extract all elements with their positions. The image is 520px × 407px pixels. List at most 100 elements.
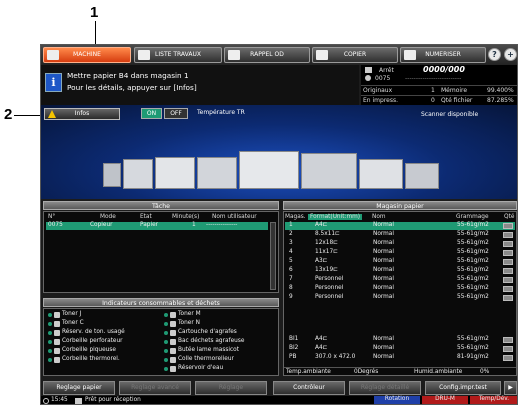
control-panel: MACHINE LISTE TRAVAUX RAPPEL OD COPIER N… (40, 44, 518, 405)
table-row[interactable]: 1 A4⊏ Normal 55-61g/m2 (285, 222, 515, 230)
paper-header-name: Nom (372, 214, 386, 220)
next-arrow-button[interactable]: ▶ (504, 381, 517, 395)
list-item: Toner M (164, 311, 276, 319)
paper-cell: 307.0 x 472.0 (315, 354, 356, 360)
status-row-impress: En impress. 0 Qté fichier 87.285% (361, 95, 517, 105)
tab-recall[interactable]: RAPPEL OD (224, 47, 310, 63)
memoire-label: Mémoire (441, 87, 468, 94)
status-job: 0075 (375, 75, 391, 82)
list-item: Butée lame massicot (164, 347, 276, 355)
consumable-icon (170, 330, 176, 336)
qte-value: 87.285% (487, 97, 514, 104)
test-print-button[interactable]: Config.impr.test (425, 381, 501, 395)
consumable-icon (170, 348, 176, 354)
paper-header-weight: Grammage (456, 214, 489, 220)
table-row[interactable]: 9 Personnel Normal 55-61g/m2 (285, 294, 515, 302)
task-title: Tâche (43, 201, 279, 210)
table-row[interactable]: PB 307.0 x 472.0 Normal 81-91g/m2 (285, 354, 515, 362)
table-row[interactable]: 3 12x18⊏ Normal 55-61g/m2 (285, 240, 515, 248)
machine-icon (47, 50, 59, 60)
consumable-label: Réserv. de ton. usagé (62, 329, 125, 335)
table-row[interactable]: 8 Personnel Normal 55-61g/m2 (285, 285, 515, 293)
adjustment-button[interactable]: Réglage (195, 381, 267, 395)
consumable-label: Colle thermorelieur (178, 356, 234, 362)
paper-cell: Normal (373, 222, 394, 228)
list-item: Colle thermorelieur (164, 356, 276, 364)
table-row[interactable]: 5 A3⊏ Normal 55-61g/m2 (285, 258, 515, 266)
temp-dev-tag: Temp/Dév. (470, 396, 517, 404)
paper-level-icon (503, 223, 513, 229)
list-item: Corbeille piqueuse (48, 347, 160, 355)
help-button[interactable]: ? (488, 48, 501, 61)
consumable-label: Toner N (178, 320, 200, 326)
task-scrollbar[interactable] (270, 222, 276, 290)
list-item: Toner J (48, 311, 160, 319)
task-cell: 1 (192, 222, 196, 228)
tab-scan[interactable]: NUMERISER (400, 47, 486, 63)
consumable-icon (54, 330, 60, 336)
originaux-label: Originaux (363, 87, 393, 94)
list-item: Réserv. de ton. usagé (48, 329, 160, 337)
status-arret: Arrêt (379, 67, 394, 74)
table-row[interactable]: BI2 A4⊏ Normal 55-61g/m2 (285, 345, 515, 353)
task-table: N° Mode Etat Minute(s) Nom utilisateur 0… (43, 211, 279, 293)
on-button[interactable]: ON (141, 108, 162, 119)
paper-cell: 4 (289, 249, 293, 255)
paper-level-icon (503, 232, 513, 238)
consumable-label: Réservoir d'eau (178, 365, 224, 371)
table-row[interactable]: 0075 Copieur Papier 1 --------------- (46, 222, 268, 230)
paper-cell: 6 (289, 267, 293, 273)
paper-cell: PB (289, 354, 297, 360)
impress-value: 0 (431, 97, 435, 104)
table-row[interactable]: BI1 A4⊏ Normal 55-61g/m2 (285, 336, 515, 344)
copier-icon (316, 50, 328, 60)
tab-copier[interactable]: COPIER (312, 47, 398, 63)
consumable-label: Cartouche d'agrafes (178, 329, 237, 335)
paper-cell: Normal (373, 276, 394, 282)
paper-level-icon (503, 346, 513, 352)
paper-cell: Normal (373, 231, 394, 237)
paper-cell: 12x18⊏ (315, 240, 339, 246)
callout-2: 2 (4, 106, 13, 123)
detailed-setting-button[interactable]: Réglage détaillé (349, 381, 421, 395)
list-item: Cartouche d'agrafes (164, 329, 276, 337)
paper-cell: Personnel (315, 294, 344, 300)
status-dot-icon (48, 322, 52, 326)
list-item: Corbeille thermorel. (48, 356, 160, 364)
paper-cell: 55-61g/m2 (457, 294, 489, 300)
infos-button[interactable]: Infos (44, 108, 120, 120)
paper-table: Magas. Format(Unit:mm) Nom Grammage Qté … (283, 211, 517, 376)
paper-setting-button[interactable]: Reglage papier (43, 381, 115, 395)
paper-cell: Normal (373, 354, 394, 360)
table-row[interactable]: 6 13x19⊏ Normal 55-61g/m2 (285, 267, 515, 275)
info-icon: i (45, 73, 62, 92)
advanced-setting-button[interactable]: Reglage avancé (119, 381, 191, 395)
footer-status: Prêt pour réception (85, 397, 141, 403)
paper-cell: 9 (289, 294, 293, 300)
paper-level-icon (503, 286, 513, 292)
paper-level-icon (503, 241, 513, 247)
off-button[interactable]: OFF (164, 108, 188, 119)
status-dot-icon (48, 349, 52, 353)
scanner-status: Scanner disponible (421, 111, 479, 118)
utility-button[interactable]: + (504, 48, 517, 61)
table-row[interactable]: 7 Personnel Normal 55-61g/m2 (285, 276, 515, 284)
job-list-icon (138, 50, 150, 60)
temperature-label: Température TR (197, 109, 245, 116)
consumable-icon (170, 312, 176, 318)
table-row[interactable]: 2 8.5x11⊏ Normal 55-61g/m2 (285, 231, 515, 239)
paper-cell: 55-61g/m2 (457, 249, 489, 255)
tab-label: RAPPEL OD (250, 51, 284, 58)
memoire-value: 99.400% (487, 87, 514, 94)
message-area: i Mettre papier B4 dans magasin 1 Pour l… (41, 65, 359, 105)
status-dot-icon (164, 331, 168, 335)
task-header-no: N° (48, 214, 56, 220)
consumable-icon (54, 312, 60, 318)
table-row[interactable]: 4 11x17⊏ Normal 55-61g/m2 (285, 249, 515, 257)
printer-illustration (103, 149, 443, 197)
warning-icon (48, 110, 56, 118)
tab-job-list[interactable]: LISTE TRAVAUX (134, 47, 222, 63)
controller-button[interactable]: Contrôleur (273, 381, 345, 395)
paper-header-tray: Magas. (285, 214, 306, 220)
tab-machine[interactable]: MACHINE (43, 47, 131, 63)
